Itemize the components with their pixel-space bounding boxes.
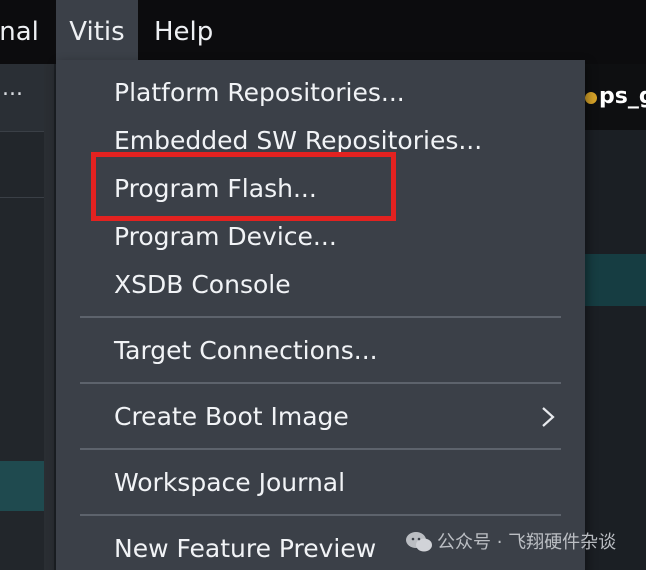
editor-tab-label: ps_gp [599,84,646,109]
menu-item-platform-repositories[interactable]: Platform Repositories... [114,71,405,115]
panel-divider [0,197,44,198]
menu-help[interactable]: Help [154,0,213,64]
menu-vitis[interactable]: Vitis [56,0,138,64]
vitis-ide-window: inal Vitis Help ... ps_gp Platform Repos… [0,0,646,570]
menu-item-xsdb-console[interactable]: XSDB Console [114,263,291,307]
wechat-icon [406,532,432,552]
watermark-text: 公众号 · 飞翔硬件杂谈 [437,532,617,553]
annotation-highlight-box [91,152,396,221]
highlighted-editor-line [585,254,646,306]
menu-item-workspace-journal[interactable]: Workspace Journal [114,461,345,505]
menu-separator [80,382,561,384]
menu-item-create-boot-image[interactable]: Create Boot Image [114,395,349,439]
selected-tree-row[interactable] [0,461,44,511]
menu-separator [80,316,561,318]
menu-separator [80,514,561,516]
explorer-tab[interactable]: ... [0,64,44,132]
menu-bar: inal Vitis Help [0,0,646,64]
menu-terminal[interactable]: inal [0,0,39,64]
watermark: 公众号 · 飞翔硬件杂谈 [405,528,616,558]
chevron-right-icon [542,407,555,427]
menu-item-new-feature-preview[interactable]: New Feature Preview [114,527,376,570]
file-marker-icon [585,92,597,104]
menu-item-target-connections[interactable]: Target Connections... [114,329,378,373]
vitis-dropdown-menu: Platform Repositories... Embedded SW Rep… [56,60,585,570]
menu-separator [80,448,561,450]
editor-tab[interactable]: ps_gp [585,84,646,114]
menu-item-program-device[interactable]: Program Device... [114,215,337,259]
editor-area: ps_gp [585,64,646,570]
panel-splitter[interactable] [44,64,54,570]
explorer-panel: ... [0,64,44,570]
